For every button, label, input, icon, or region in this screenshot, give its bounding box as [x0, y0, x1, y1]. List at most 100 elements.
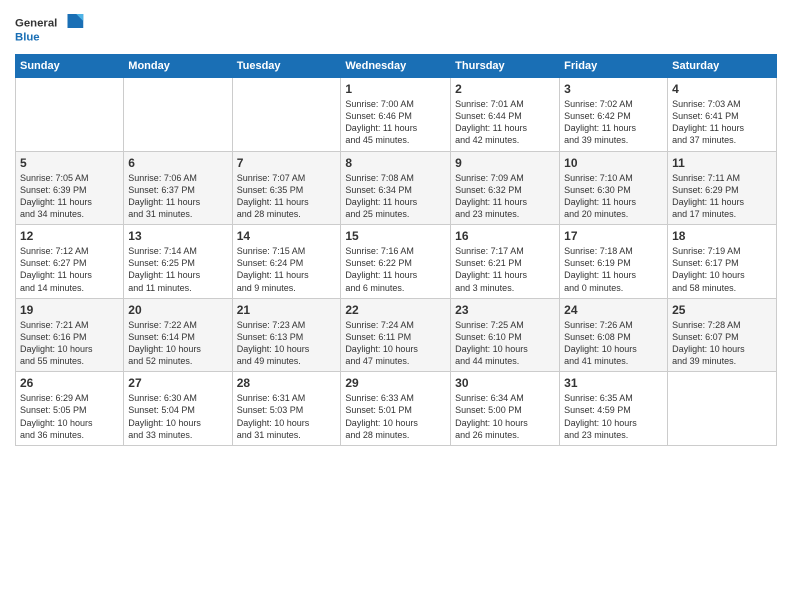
- calendar-cell: 1 Sunrise: 7:00 AMSunset: 6:46 PMDaylight…: [341, 78, 451, 152]
- calendar-cell: 6 Sunrise: 7:06 AMSunset: 6:37 PMDaylight…: [124, 151, 232, 225]
- calendar-cell: 29 Sunrise: 6:33 AMSunset: 5:01 PMDayligh…: [341, 372, 451, 446]
- day-number: 7: [237, 156, 337, 170]
- day-info: Sunrise: 6:33 AMSunset: 5:01 PMDaylight:…: [345, 392, 446, 441]
- calendar-week-row: 19 Sunrise: 7:21 AMSunset: 6:16 PMDayligh…: [16, 298, 777, 372]
- header: GeneralBlue: [15, 10, 777, 46]
- day-number: 2: [455, 82, 555, 96]
- day-info: Sunrise: 7:26 AMSunset: 6:08 PMDaylight:…: [564, 319, 663, 368]
- day-number: 20: [128, 303, 227, 317]
- day-info: Sunrise: 7:25 AMSunset: 6:10 PMDaylight:…: [455, 319, 555, 368]
- day-number: 18: [672, 229, 772, 243]
- day-number: 30: [455, 376, 555, 390]
- calendar-cell: 18 Sunrise: 7:19 AMSunset: 6:17 PMDayligh…: [668, 225, 777, 299]
- day-number: 1: [345, 82, 446, 96]
- calendar-cell: 13Sunrise: 7:14 AMSunset: 6:25 PMDayligh…: [124, 225, 232, 299]
- calendar-cell: 14 Sunrise: 7:15 AMSunset: 6:24 PMDayligh…: [232, 225, 341, 299]
- day-info: Sunrise: 7:08 AMSunset: 6:34 PMDaylight:…: [345, 172, 446, 221]
- logo: GeneralBlue: [15, 10, 85, 46]
- day-info: Sunrise: 6:30 AMSunset: 5:04 PMDaylight:…: [128, 392, 227, 441]
- day-number: 9: [455, 156, 555, 170]
- day-info: Sunrise: 7:02 AMSunset: 6:42 PMDaylight:…: [564, 98, 663, 147]
- day-number: 25: [672, 303, 772, 317]
- day-info: Sunrise: 7:09 AMSunset: 6:32 PMDaylight:…: [455, 172, 555, 221]
- day-info: Sunrise: 7:05 AMSunset: 6:39 PMDaylight:…: [20, 172, 119, 221]
- calendar-cell: [232, 78, 341, 152]
- day-info: Sunrise: 7:01 AMSunset: 6:44 PMDaylight:…: [455, 98, 555, 147]
- calendar-cell: 15 Sunrise: 7:16 AMSunset: 6:22 PMDayligh…: [341, 225, 451, 299]
- calendar-cell: 4 Sunrise: 7:03 AMSunset: 6:41 PMDaylight…: [668, 78, 777, 152]
- day-number: 3: [564, 82, 663, 96]
- day-info: Sunrise: 7:17 AMSunset: 6:21 PMDaylight:…: [455, 245, 555, 294]
- day-number: 19: [20, 303, 119, 317]
- day-number: 29: [345, 376, 446, 390]
- day-info: Sunrise: 7:06 AMSunset: 6:37 PMDaylight:…: [128, 172, 227, 221]
- col-header-monday: Monday: [124, 55, 232, 78]
- day-number: 5: [20, 156, 119, 170]
- day-number: 31: [564, 376, 663, 390]
- svg-text:Blue: Blue: [15, 31, 40, 43]
- calendar-week-row: 1 Sunrise: 7:00 AMSunset: 6:46 PMDaylight…: [16, 78, 777, 152]
- day-info: Sunrise: 7:21 AMSunset: 6:16 PMDaylight:…: [20, 319, 119, 368]
- day-info: Sunrise: 7:28 AMSunset: 6:07 PMDaylight:…: [672, 319, 772, 368]
- day-number: 21: [237, 303, 337, 317]
- day-number: 11: [672, 156, 772, 170]
- day-info: Sunrise: 6:35 AMSunset: 4:59 PMDaylight:…: [564, 392, 663, 441]
- calendar-cell: 22 Sunrise: 7:24 AMSunset: 6:11 PMDayligh…: [341, 298, 451, 372]
- col-header-tuesday: Tuesday: [232, 55, 341, 78]
- day-number: 12: [20, 229, 119, 243]
- calendar-cell: 19 Sunrise: 7:21 AMSunset: 6:16 PMDayligh…: [16, 298, 124, 372]
- day-info: Sunrise: 7:12 AMSunset: 6:27 PMDaylight:…: [20, 245, 119, 294]
- day-number: 16: [455, 229, 555, 243]
- day-info: Sunrise: 7:16 AMSunset: 6:22 PMDaylight:…: [345, 245, 446, 294]
- day-info: Sunrise: 6:31 AMSunset: 5:03 PMDaylight:…: [237, 392, 337, 441]
- day-number: 23: [455, 303, 555, 317]
- calendar-cell: 2 Sunrise: 7:01 AMSunset: 6:44 PMDaylight…: [451, 78, 560, 152]
- calendar-cell: 7 Sunrise: 7:07 AMSunset: 6:35 PMDaylight…: [232, 151, 341, 225]
- day-number: 14: [237, 229, 337, 243]
- col-header-wednesday: Wednesday: [341, 55, 451, 78]
- day-info: Sunrise: 7:00 AMSunset: 6:46 PMDaylight:…: [345, 98, 446, 147]
- day-info: Sunrise: 7:03 AMSunset: 6:41 PMDaylight:…: [672, 98, 772, 147]
- day-number: 27: [128, 376, 227, 390]
- calendar-week-row: 12 Sunrise: 7:12 AMSunset: 6:27 PMDayligh…: [16, 225, 777, 299]
- day-number: 8: [345, 156, 446, 170]
- calendar-cell: 3 Sunrise: 7:02 AMSunset: 6:42 PMDaylight…: [560, 78, 668, 152]
- day-number: 13: [128, 229, 227, 243]
- day-info: Sunrise: 7:18 AMSunset: 6:19 PMDaylight:…: [564, 245, 663, 294]
- day-number: 24: [564, 303, 663, 317]
- logo-icon: GeneralBlue: [15, 10, 85, 46]
- calendar-cell: [124, 78, 232, 152]
- calendar-cell: [16, 78, 124, 152]
- calendar-cell: 27 Sunrise: 6:30 AMSunset: 5:04 PMDayligh…: [124, 372, 232, 446]
- calendar-week-row: 26Sunrise: 6:29 AMSunset: 5:05 PMDayligh…: [16, 372, 777, 446]
- col-header-thursday: Thursday: [451, 55, 560, 78]
- calendar-cell: 23 Sunrise: 7:25 AMSunset: 6:10 PMDayligh…: [451, 298, 560, 372]
- calendar-week-row: 5 Sunrise: 7:05 AMSunset: 6:39 PMDaylight…: [16, 151, 777, 225]
- calendar-cell: 30 Sunrise: 6:34 AMSunset: 5:00 PMDayligh…: [451, 372, 560, 446]
- page: GeneralBlue SundayMondayTuesdayWednesday…: [0, 0, 792, 612]
- day-info: Sunrise: 7:24 AMSunset: 6:11 PMDaylight:…: [345, 319, 446, 368]
- calendar-cell: [668, 372, 777, 446]
- day-info: Sunrise: 7:22 AMSunset: 6:14 PMDaylight:…: [128, 319, 227, 368]
- calendar-cell: 12 Sunrise: 7:12 AMSunset: 6:27 PMDayligh…: [16, 225, 124, 299]
- day-info: Sunrise: 7:19 AMSunset: 6:17 PMDaylight:…: [672, 245, 772, 294]
- day-info: Sunrise: 6:29 AMSunset: 5:05 PMDaylight:…: [20, 392, 119, 441]
- col-header-saturday: Saturday: [668, 55, 777, 78]
- day-info: Sunrise: 7:23 AMSunset: 6:13 PMDaylight:…: [237, 319, 337, 368]
- day-info: Sunrise: 7:07 AMSunset: 6:35 PMDaylight:…: [237, 172, 337, 221]
- day-number: 22: [345, 303, 446, 317]
- day-info: Sunrise: 7:10 AMSunset: 6:30 PMDaylight:…: [564, 172, 663, 221]
- calendar-cell: 5 Sunrise: 7:05 AMSunset: 6:39 PMDaylight…: [16, 151, 124, 225]
- day-number: 6: [128, 156, 227, 170]
- calendar-header-row: SundayMondayTuesdayWednesdayThursdayFrid…: [16, 55, 777, 78]
- calendar-cell: 25 Sunrise: 7:28 AMSunset: 6:07 PMDayligh…: [668, 298, 777, 372]
- col-header-friday: Friday: [560, 55, 668, 78]
- day-info: Sunrise: 7:15 AMSunset: 6:24 PMDaylight:…: [237, 245, 337, 294]
- calendar-cell: 8 Sunrise: 7:08 AMSunset: 6:34 PMDaylight…: [341, 151, 451, 225]
- day-info: Sunrise: 7:11 AMSunset: 6:29 PMDaylight:…: [672, 172, 772, 221]
- calendar-cell: 24 Sunrise: 7:26 AMSunset: 6:08 PMDayligh…: [560, 298, 668, 372]
- day-number: 15: [345, 229, 446, 243]
- day-number: 4: [672, 82, 772, 96]
- day-info: Sunrise: 6:34 AMSunset: 5:00 PMDaylight:…: [455, 392, 555, 441]
- col-header-sunday: Sunday: [16, 55, 124, 78]
